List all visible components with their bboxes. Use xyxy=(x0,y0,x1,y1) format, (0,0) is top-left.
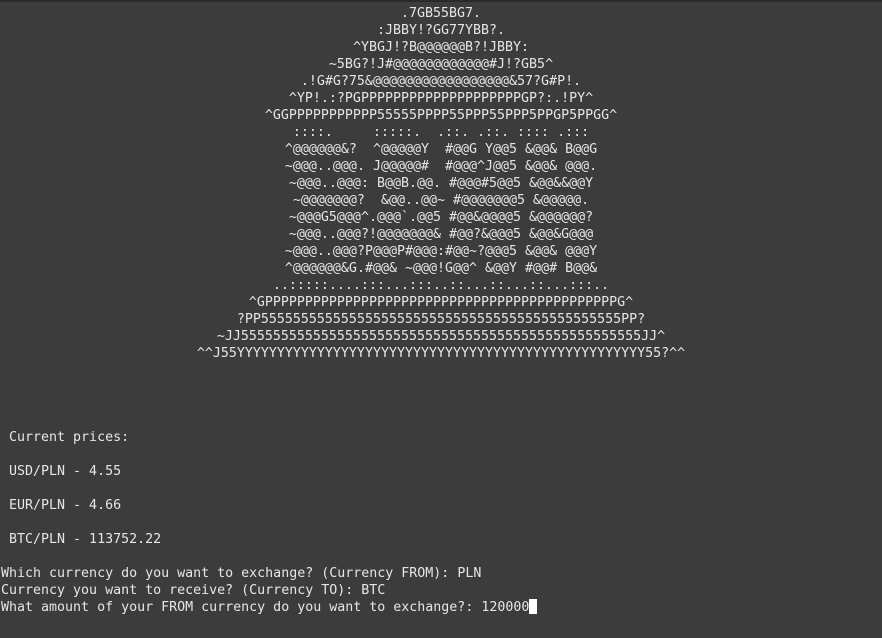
prompt-to-answer: BTC xyxy=(361,583,386,598)
banner-line: :JBBY!?GG77YBB?. xyxy=(376,23,506,38)
ascii-banner-logo: .7GB55BG7. :JBBY!?GG77YBB?. ^YBGJ!?B@@@@… xyxy=(0,5,882,362)
price-btc-pln: BTC/PLN - 113752.22 xyxy=(1,532,162,547)
banner-line: ~@@@@@@@? &@@..@@~ #@@@@@@@5 &@@@@@. xyxy=(292,193,590,208)
banner-line: ::::. :::::. .::. .::. :::: .::: xyxy=(292,125,590,140)
banner-line: ?PP5555555555555555555555555555555555555… xyxy=(236,312,646,327)
banner-line: ..:::::....:::...:::..::...::...::...:::… xyxy=(272,278,610,293)
terminal-window[interactable]: .7GB55BG7. :JBBY!?GG77YBB?. ^YBGJ!?B@@@@… xyxy=(0,0,882,638)
banner-line: ^YBGJ!?B@@@@@@B?!JBBY: xyxy=(352,40,530,55)
banner-line: ~@@@G5@@@^.@@@`.@@5 #@@&@@@@5 &@@@@@@? xyxy=(288,210,594,225)
banner-line: .!G#G?75&@@@@@@@@@@@@@@@@@&57?G#P!. xyxy=(300,74,582,89)
prompt-from-question: Which currency do you want to exchange? … xyxy=(1,566,458,581)
banner-line: ^^J55YYYYYYYYYYYYYYYYYYYYYYYYYYYYYYYYYYY… xyxy=(196,346,686,361)
banner-line: ~@@@..@@@?!@@@@@@@& #@@?&@@@5 &@@&G@@@ xyxy=(288,227,594,242)
price-eur-pln: EUR/PLN - 4.66 xyxy=(1,498,122,513)
prompt-currency-to: Currency you want to receive? (Currency … xyxy=(1,582,385,599)
prompt-to-question: Currency you want to receive? (Currency … xyxy=(1,583,362,598)
banner-line: ^GPPPPPPPPPPPPPPPPPPPPPPPPPPPPPPPPPPPPPP… xyxy=(248,295,634,310)
banner-line: ^GGPPPPPPPPPPP55555PPPP55PPP55PPP5PPGP5P… xyxy=(264,108,618,123)
prompt-from-answer: PLN xyxy=(457,566,482,581)
banner-line: ~@@@..@@@: B@@B.@@. #@@@#5@@5 &@@&&@@Y xyxy=(288,176,594,191)
banner-line: ^@@@@@@&? ^@@@@@Y #@@G Y@@5 &@@& B@@G xyxy=(284,142,598,157)
banner-line: ~JJ5555555555555555555555555555555555555… xyxy=(216,329,666,344)
text-cursor xyxy=(529,599,538,614)
banner-line: ~@@@..@@@?P@@@P#@@@:#@@~?@@@5 &@@& @@@Y xyxy=(284,244,598,259)
prompt-amount-line[interactable]: What amount of your FROM currency do you… xyxy=(1,599,538,616)
banner-line: ^@@@@@@&G.#@@& ~@@@!G@@^ &@@Y #@@# B@@& xyxy=(284,261,598,276)
prompt-currency-from: Which currency do you want to exchange? … xyxy=(1,565,481,582)
prompt-amount-question: What amount of your FROM currency do you… xyxy=(1,600,482,615)
price-usd-pln: USD/PLN - 4.55 xyxy=(1,464,122,479)
prices-heading: Current prices: xyxy=(1,430,130,445)
banner-line: ~5BG?!J#@@@@@@@@@@@@#J!?GB5^ xyxy=(328,57,554,72)
banner-line: ~@@@..@@@. J@@@@@# #@@@^J@@5 &@@& @@@. xyxy=(284,159,598,174)
amount-input[interactable]: 120000 xyxy=(481,600,529,615)
banner-line: ^YP!.:?PGPPPPPPPPPPPPPPPPPPPPGP?:.!PY^ xyxy=(288,91,594,106)
banner-line: .7GB55BG7. xyxy=(400,6,482,21)
